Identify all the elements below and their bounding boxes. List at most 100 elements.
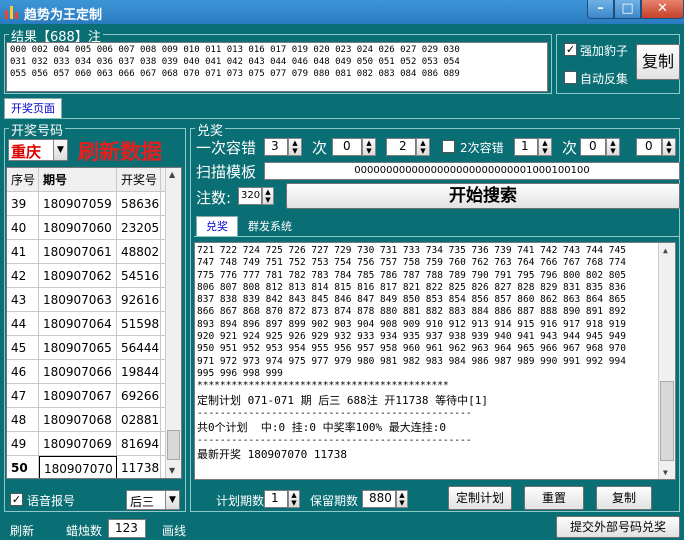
chevron-down-icon[interactable]: ▼	[53, 140, 67, 160]
times2b-stepper[interactable]: ▲ ▼	[662, 138, 676, 156]
start-search-button[interactable]: 开始搜索	[286, 183, 680, 209]
tab-divider	[4, 118, 680, 119]
maximize-button[interactable]: □	[614, 0, 641, 19]
output-line: 775 776 777 781 782 783 784 785 786 787 …	[197, 269, 626, 281]
table-row-selected[interactable]: 50 180907070 11738	[7, 456, 171, 478]
count-input[interactable]: 320	[238, 187, 262, 205]
times1a-stepper[interactable]: ▲ ▼	[362, 138, 376, 156]
table-row[interactable]: 44 180907064 51598	[7, 312, 171, 336]
table-row[interactable]: 41 180907061 48802	[7, 240, 171, 264]
close-button[interactable]: ✕	[641, 0, 684, 19]
row-number: 69266	[117, 384, 161, 408]
position-value: 后三	[130, 495, 155, 509]
table-row[interactable]: 47 180907067 69266	[7, 384, 171, 408]
region-select[interactable]: 重庆 ▼	[8, 139, 68, 161]
plan-period-label: 计划期数	[216, 494, 265, 508]
table-row[interactable]: 46 180907066 19844	[7, 360, 171, 384]
scroll-down-icon[interactable]: ▼	[663, 467, 668, 479]
table-row[interactable]: 42 180907062 54516	[7, 264, 171, 288]
scroll-thumb[interactable]	[167, 430, 180, 460]
table-row[interactable]: 49 180907069 81694	[7, 432, 171, 456]
refresh-data-button[interactable]: 刷新数据	[78, 136, 162, 166]
times2b-input[interactable]: 0	[636, 138, 662, 156]
scan-template-input[interactable]: 0000000000000000000000000001000100100	[264, 162, 680, 180]
position-select[interactable]: 后三 ▼	[126, 490, 180, 510]
keep-period-stepper[interactable]: ▲ ▼	[396, 490, 408, 508]
scroll-up-icon[interactable]: ▲	[169, 170, 175, 179]
times2a-input[interactable]: 0	[580, 138, 606, 156]
scroll-down-icon[interactable]: ▼	[169, 466, 175, 475]
row-index: 41	[7, 240, 39, 264]
title-bar[interactable]	[0, 0, 684, 24]
table-row[interactable]: 39 180907059 58636	[7, 192, 171, 216]
auto-reverse-checkbox[interactable]	[564, 71, 577, 84]
row-period: 180907063	[39, 288, 117, 312]
custom-plan-button[interactable]: 定制计划	[448, 486, 512, 510]
draw-table[interactable]: 序号 期号 开奖号 39 180907059 58636 40 180907060 23…	[6, 167, 182, 479]
copy-output-button[interactable]: 复制	[596, 486, 652, 510]
scroll-up-icon[interactable]: ▲	[663, 245, 668, 257]
draw-line-label[interactable]: 画线	[162, 522, 186, 539]
chevron-down-icon[interactable]: ▼	[165, 491, 179, 509]
copy-result-button[interactable]: 复制	[636, 44, 680, 80]
refresh-status: 刷新	[10, 524, 35, 538]
row-period: 180907069	[39, 432, 117, 456]
row-number: 02881	[117, 408, 161, 432]
times2a-stepper[interactable]: ▲ ▼	[606, 138, 620, 156]
table-scrollbar[interactable]: ▲ ▼	[165, 168, 181, 478]
row-index: 45	[7, 336, 39, 360]
tab-prize[interactable]: 兑奖	[196, 216, 238, 236]
tolerance2-checkbox[interactable]	[442, 140, 455, 153]
tolerance2-stepper[interactable]: ▲ ▼	[538, 138, 552, 156]
scroll-thumb[interactable]	[660, 381, 674, 461]
table-row[interactable]: 45 180907065 56444	[7, 336, 171, 360]
row-period: 180907070	[39, 456, 117, 478]
tolerance2-label: 2次容错	[460, 141, 504, 155]
times1a-input[interactable]: 0	[332, 138, 362, 156]
voice-label: 语音报号	[27, 494, 76, 508]
output-line: ----------------------------------------…	[197, 407, 472, 419]
output-line: 971 972 973 974 975 977 979 980 981 982 …	[197, 355, 626, 367]
keep-period-input[interactable]: 880	[362, 490, 396, 508]
row-number: 48802	[117, 240, 161, 264]
row-number: 19844	[117, 360, 161, 384]
row-period: 180907064	[39, 312, 117, 336]
output-line: 721 722 724 725 726 727 729 730 731 733 …	[197, 245, 626, 256]
output-line: 995 996 998 999	[197, 367, 283, 379]
row-index: 43	[7, 288, 39, 312]
output-line: 共0个计划 中:0 挂:0 中奖率100% 最大连挂:0	[197, 420, 446, 434]
force-leopard-checkbox[interactable]: ✓	[564, 43, 577, 56]
row-period: 180907067	[39, 384, 117, 408]
tolerance1-stepper[interactable]: ▲ ▼	[288, 138, 302, 156]
plan-period-stepper[interactable]: ▲ ▼	[288, 490, 300, 508]
count-stepper[interactable]: ▲ ▼	[262, 187, 274, 205]
times1b-input[interactable]: 2	[386, 138, 416, 156]
plan-period-input[interactable]: 1	[264, 490, 288, 508]
reset-button[interactable]: 重置	[524, 486, 584, 510]
row-index: 49	[7, 432, 39, 456]
tab-mass-send[interactable]: 群发系统	[240, 218, 300, 236]
result-memo[interactable]: 000 002 004 005 006 007 008 009 010 011 …	[6, 42, 548, 92]
output-line: 893 894 896 897 899 902 903 904 908 909 …	[197, 318, 626, 330]
prize-output[interactable]: 721 722 724 725 726 727 729 730 731 733 …	[194, 242, 676, 480]
result-line: 031 032 033 034 036 037 038 039 040 041 …	[10, 57, 460, 67]
window-title: 趋势为王定制	[24, 8, 103, 23]
output-scrollbar[interactable]: ▲ ▼	[658, 243, 675, 479]
col-number-header: 开奖号	[117, 168, 161, 192]
candle-input[interactable]: 123	[108, 519, 146, 538]
table-row[interactable]: 40 180907060 23205	[7, 216, 171, 240]
table-row[interactable]: 48 180907068 02881	[7, 408, 171, 432]
row-number: 11738	[117, 456, 161, 478]
table-row[interactable]: 43 180907063 92616	[7, 288, 171, 312]
tab-draw-page[interactable]: 开奖页面	[4, 98, 62, 118]
voice-checkbox[interactable]: ✓	[10, 493, 23, 506]
draw-group-label: 开奖号码	[9, 120, 66, 139]
row-period: 180907065	[39, 336, 117, 360]
tolerance2-input[interactable]: 1	[514, 138, 538, 156]
minimize-button[interactable]: –	[587, 0, 614, 19]
tolerance1-input[interactable]: 3	[264, 138, 288, 156]
times1b-stepper[interactable]: ▲ ▼	[416, 138, 430, 156]
row-index: 44	[7, 312, 39, 336]
submit-external-button[interactable]: 提交外部号码兑奖	[556, 516, 680, 538]
keep-period-label: 保留期数	[310, 494, 359, 508]
